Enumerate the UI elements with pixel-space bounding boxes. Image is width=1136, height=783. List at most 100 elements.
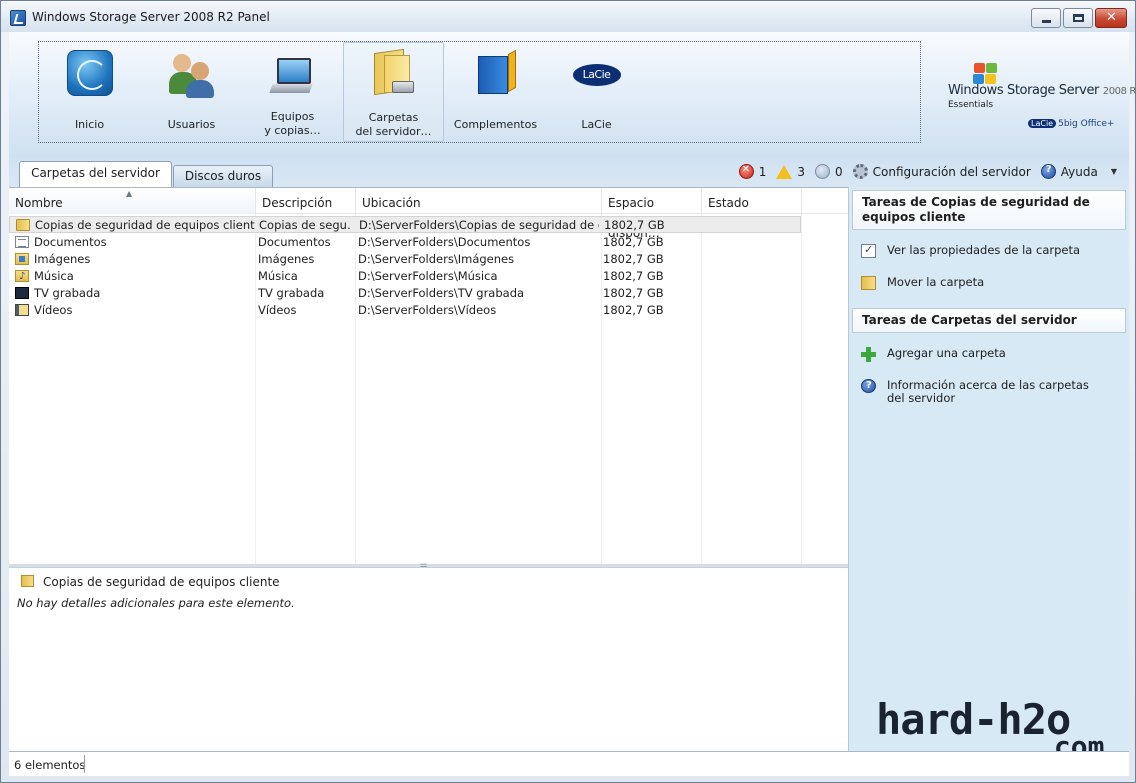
info-icon <box>814 164 830 179</box>
nav-label-complementos: Complementos <box>453 118 538 131</box>
status-area: 1 3 0 Configuración del servidor Ayuda ▼ <box>733 156 1117 187</box>
table-row[interactable]: Música Música D:\ServerFolders\Música 18… <box>9 268 801 285</box>
status-bar: 6 elementos <box>9 751 1129 776</box>
computer-icon <box>268 58 315 98</box>
error-count: 1 <box>758 164 767 179</box>
error-status[interactable]: 1 <box>738 164 767 179</box>
addins-icon <box>474 49 518 98</box>
cell-description: Vídeos <box>258 303 297 317</box>
folder-icon <box>16 219 30 231</box>
column-header-espacio[interactable]: Espacio dispon… <box>602 188 702 240</box>
task-label: Agregar una carpeta <box>887 346 1006 360</box>
table-row[interactable]: Documentos Documentos D:\ServerFolders\D… <box>9 234 801 251</box>
cell-description: Música <box>258 269 298 283</box>
cell-location: D:\ServerFolders\Documentos <box>358 235 531 249</box>
server-config-link[interactable]: Configuración del servidor <box>852 164 1031 179</box>
cell-location: D:\ServerFolders\Música <box>358 269 498 283</box>
users-icon <box>168 52 215 98</box>
folders-icon <box>372 47 416 97</box>
add-icon <box>861 347 876 362</box>
details-title: Copias de seguridad de equipos cliente <box>43 575 280 589</box>
details-pane: Copias de seguridad de equipos cliente N… <box>9 567 848 751</box>
brand-name: Windows Storage Server 2008 R2 <box>948 83 1136 98</box>
properties-icon <box>861 243 876 258</box>
item-count: 6 elementos <box>14 758 86 772</box>
info-status[interactable]: 0 <box>814 164 843 179</box>
column-header-nombre[interactable]: ▲ Nombre <box>9 188 256 214</box>
nav-item-usuarios[interactable]: Usuarios <box>141 42 242 142</box>
cell-location: D:\ServerFolders\Imágenes <box>358 252 515 266</box>
maximize-button[interactable] <box>1063 8 1093 28</box>
error-icon <box>738 164 754 179</box>
oem-logo: LaCie 5big Office+ <box>1028 119 1114 129</box>
videos-folder-icon <box>15 304 29 316</box>
warning-status[interactable]: 3 <box>776 164 805 179</box>
nav-item-complementos[interactable]: Complementos <box>445 42 546 142</box>
nav-group: Inicio Usuarios Equipos y copias… Carpet… <box>38 41 921 143</box>
table-row[interactable]: Imágenes Imágenes D:\ServerFolders\Imáge… <box>9 251 801 268</box>
tasks-section-header-folders: Tareas de Carpetas del servidor <box>852 308 1126 333</box>
table-row[interactable]: TV grabada TV grabada D:\ServerFolders\T… <box>9 285 801 302</box>
cell-space: 1802,7 GB <box>604 218 665 232</box>
cell-name: Música <box>34 269 74 283</box>
chevron-down-icon[interactable]: ▼ <box>1111 167 1117 176</box>
table-row[interactable]: Copias de seguridad de equipos cliente C… <box>9 216 801 233</box>
move-folder-icon <box>861 276 876 290</box>
window-title: Windows Storage Server 2008 R2 Panel <box>32 10 270 24</box>
column-header-estado[interactable]: Estado <box>702 188 802 214</box>
tasks-section-header-backup: Tareas de Copias de seguridad de equipos… <box>852 190 1126 230</box>
column-header-ubicacion[interactable]: Ubicación <box>356 188 602 214</box>
warning-icon <box>776 164 793 179</box>
nav-item-inicio[interactable]: Inicio <box>39 42 140 142</box>
task-label: Ver las propiedades de la carpeta <box>887 243 1081 257</box>
help-link[interactable]: Ayuda ▼ <box>1040 164 1117 179</box>
cell-description: Imágenes <box>258 252 315 266</box>
server-config-label: Configuración del servidor <box>872 164 1031 179</box>
nav-label-usuarios: Usuarios <box>167 118 216 131</box>
help-icon <box>861 379 876 393</box>
close-icon: ✕ <box>1106 10 1117 25</box>
details-note: No hay detalles adicionales para este el… <box>17 596 295 610</box>
minimize-icon <box>1042 20 1051 23</box>
nav-label-inicio: Inicio <box>74 118 105 131</box>
maximize-icon <box>1073 14 1084 22</box>
minimize-button[interactable] <box>1031 8 1061 28</box>
cell-space: 1802,7 GB <box>603 286 664 300</box>
nav-label-lacie: LaCie <box>581 118 612 131</box>
info-count: 0 <box>834 164 843 179</box>
close-button[interactable]: ✕ <box>1095 8 1127 28</box>
nav-item-equipos[interactable]: Equipos y copias… <box>242 42 343 142</box>
gear-icon <box>852 164 868 179</box>
table-row[interactable]: Vídeos Vídeos D:\ServerFolders\Vídeos 18… <box>9 302 801 319</box>
cell-space: 1802,7 GB <box>603 235 664 249</box>
help-label: Ayuda <box>1060 164 1098 179</box>
status-separator <box>84 755 85 773</box>
task-label: Información acerca de las carpetas del s… <box>887 378 1089 405</box>
column-header-descripcion[interactable]: Descripción <box>256 188 356 214</box>
cell-name: Vídeos <box>34 303 73 317</box>
document-folder-icon <box>15 236 29 248</box>
sort-ascending-icon: ▲ <box>126 189 133 198</box>
tab-discos-duros[interactable]: Discos duros <box>173 165 273 187</box>
cell-name: Documentos <box>34 235 107 249</box>
help-icon <box>1040 164 1056 179</box>
nav-label-carpetas: Carpetas del servidor… <box>355 111 432 138</box>
cell-name: Copias de seguridad de equipos cliente <box>35 218 255 232</box>
cell-space: 1802,7 GB <box>603 252 664 266</box>
cell-location: D:\ServerFolders\Vídeos <box>358 303 497 317</box>
brand-edition: Essentials <box>948 100 994 110</box>
cell-description: Documentos <box>258 235 331 249</box>
title-bar[interactable]: Windows Storage Server 2008 R2 Panel ✕ <box>1 1 1135 32</box>
nav-item-lacie[interactable]: LaCie LaCie <box>546 42 647 142</box>
window-controls: ✕ <box>1031 8 1127 28</box>
cell-space: 1802,7 GB <box>603 303 664 317</box>
folder-list: ▲ Nombre Descripción Ubicación Espacio d… <box>9 187 848 564</box>
nav-item-carpetas[interactable]: Carpetas del servidor… <box>343 42 444 142</box>
folder-icon <box>21 575 34 587</box>
cell-space: 1802,7 GB <box>603 269 664 283</box>
tab-carpetas-del-servidor[interactable]: Carpetas del servidor <box>19 161 172 188</box>
cell-name: TV grabada <box>34 286 101 300</box>
lacie-icon: LaCie <box>572 64 621 86</box>
app-icon <box>10 10 26 26</box>
pictures-folder-icon <box>15 253 29 265</box>
